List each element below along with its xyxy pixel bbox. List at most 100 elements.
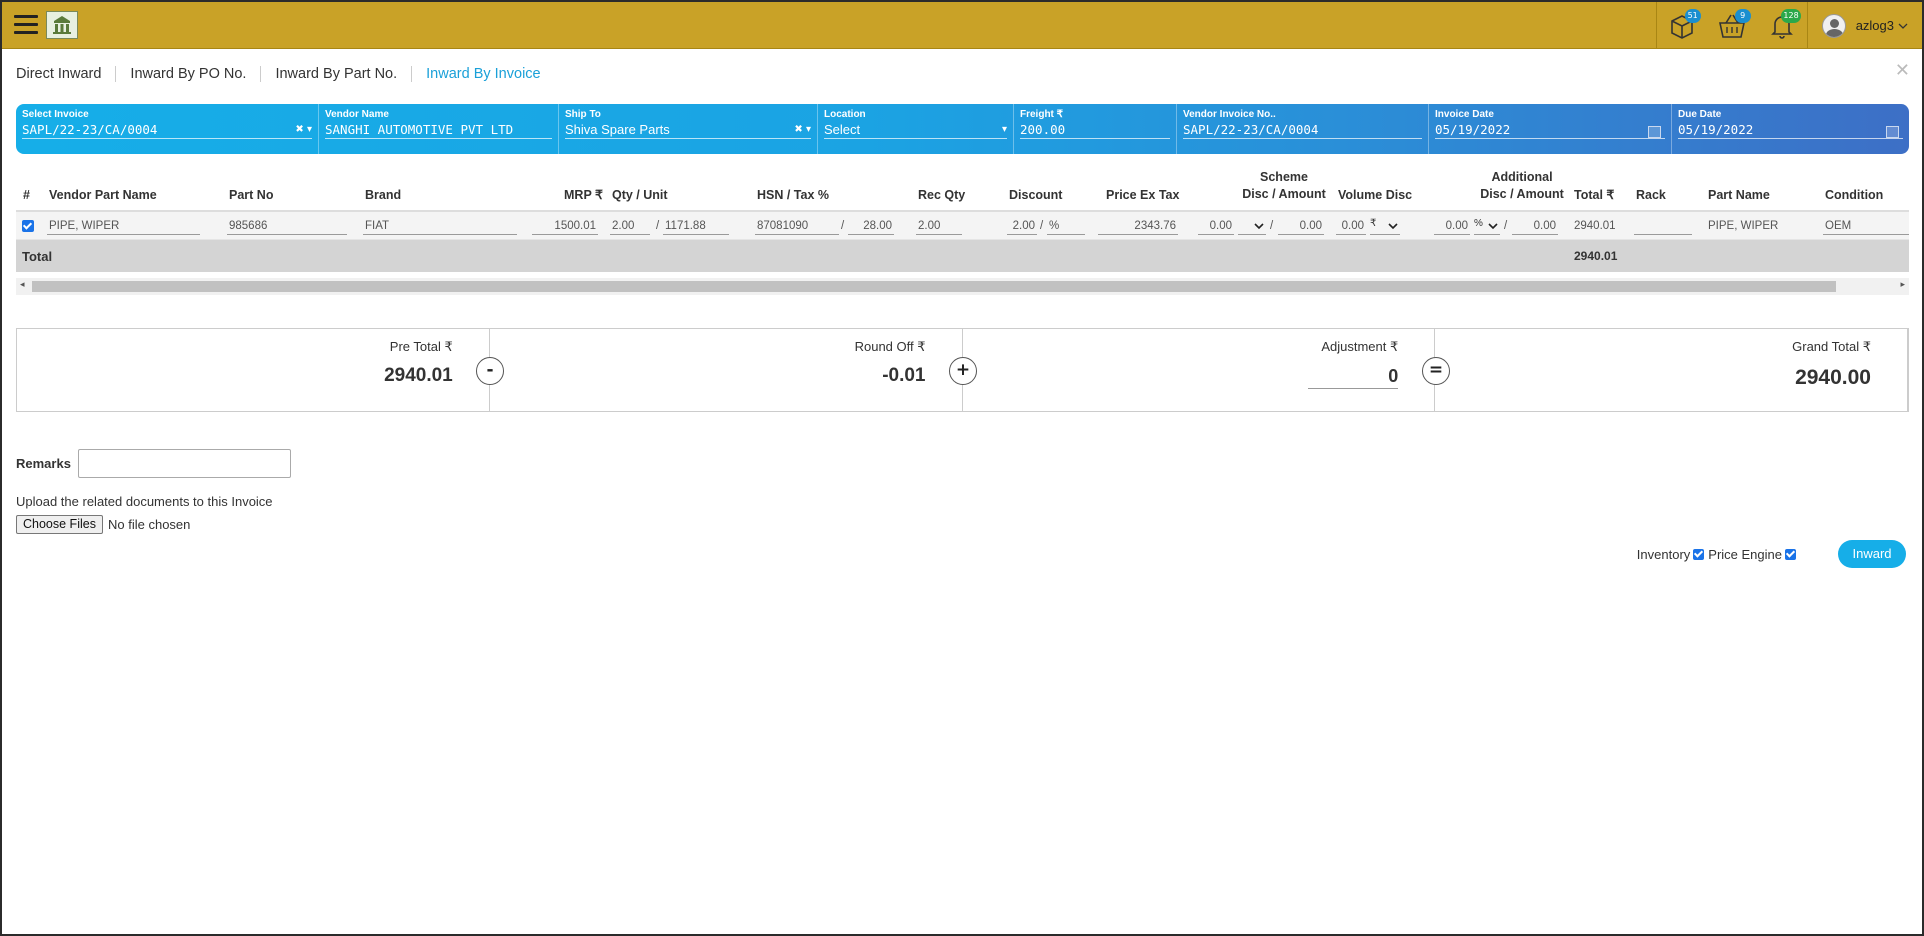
rack-input[interactable] bbox=[1634, 218, 1692, 235]
equals-operator-icon: = bbox=[1422, 357, 1450, 385]
ship-to-label: Ship To bbox=[565, 109, 601, 120]
menu-icon[interactable] bbox=[14, 15, 38, 35]
round-off-label: Round Off ₹ bbox=[854, 339, 926, 354]
location-select[interactable]: Select bbox=[824, 121, 1007, 139]
grand-total-box: Grand Total ₹ 2940.00 bbox=[1435, 329, 1908, 411]
scheme-amount-input[interactable]: 0.00 bbox=[1278, 218, 1324, 235]
unit-input[interactable]: 1171.88 bbox=[663, 218, 729, 235]
due-date-field[interactable]: Due Date 05/19/2022 bbox=[1672, 104, 1909, 154]
vendor-name-value[interactable]: SANGHI AUTOMOTIVE PVT LTD bbox=[325, 121, 552, 139]
vendor-invoice-no-input[interactable]: SAPL/22-23/CA/0004 bbox=[1183, 121, 1422, 139]
vendor-invoice-no-field[interactable]: Vendor Invoice No.. SAPL/22-23/CA/0004 bbox=[1177, 104, 1429, 154]
upload-instructions: Upload the related documents to this Inv… bbox=[16, 494, 273, 509]
additional-amount-input[interactable]: 0.00 bbox=[1512, 218, 1558, 235]
volume-disc-select[interactable]: ₹ bbox=[1370, 218, 1400, 235]
invoice-date-input[interactable]: 05/19/2022 bbox=[1435, 121, 1665, 139]
ship-to-value[interactable]: Shiva Spare Parts bbox=[565, 121, 811, 139]
mrp-input[interactable]: 1500.01 bbox=[532, 218, 598, 235]
bell-icon[interactable]: 128 bbox=[1757, 2, 1807, 49]
due-date-input[interactable]: 05/19/2022 bbox=[1678, 121, 1903, 139]
part-no-input[interactable]: 985686 bbox=[227, 218, 347, 235]
scroll-left-icon[interactable]: ◂ bbox=[20, 280, 25, 290]
inventory-label: Inventory bbox=[1636, 547, 1691, 562]
inventory-checkbox[interactable] bbox=[1693, 549, 1705, 560]
discount-unit[interactable]: % bbox=[1047, 218, 1085, 235]
vendor-invoice-no-label: Vendor Invoice No.. bbox=[1183, 109, 1276, 120]
scheme-disc-input[interactable]: 0.00 bbox=[1198, 218, 1234, 235]
chevron-down-icon[interactable]: ▾ bbox=[1002, 124, 1007, 135]
avatar bbox=[1821, 13, 1846, 38]
discount-input[interactable]: 2.00 bbox=[1007, 218, 1037, 235]
col-condition: Condition bbox=[1825, 188, 1884, 202]
additional-unit-value: % bbox=[1474, 218, 1483, 229]
totals-summary: Pre Total ₹ 2940.01 Round Off ₹ -0.01 Ad… bbox=[16, 328, 1909, 412]
adjustment-box: Adjustment ₹ bbox=[963, 329, 1436, 411]
col-additional-sublabel: Disc / Amount bbox=[1480, 187, 1564, 201]
qty-unit-separator: / bbox=[656, 220, 660, 232]
close-icon[interactable]: ✕ bbox=[1895, 60, 1910, 81]
clear-chevron-icon[interactable]: ✖ ▾ bbox=[295, 124, 312, 135]
tab-direct-inward[interactable]: Direct Inward bbox=[16, 66, 115, 82]
qty-input[interactable]: 2.00 bbox=[610, 218, 650, 235]
col-rack: Rack bbox=[1636, 188, 1666, 202]
tab-inward-by-part[interactable]: Inward By Part No. bbox=[260, 66, 411, 82]
adjustment-input[interactable] bbox=[1308, 365, 1399, 389]
minus-operator-icon: - bbox=[476, 357, 504, 385]
freight-input[interactable]: 200.00 bbox=[1020, 121, 1170, 139]
chevron-down-icon bbox=[1488, 223, 1498, 230]
col-rec-qty: Rec Qty bbox=[918, 188, 966, 202]
col-num: # bbox=[23, 188, 30, 202]
row-checkbox[interactable] bbox=[22, 220, 34, 232]
tab-inward-by-po[interactable]: Inward By PO No. bbox=[115, 66, 260, 82]
invoice-date-field[interactable]: Invoice Date 05/19/2022 bbox=[1429, 104, 1672, 154]
invoice-filter-strip: Select Invoice SAPL/22-23/CA/0004 ✖ ▾ Ve… bbox=[16, 104, 1909, 154]
chevron-down-icon bbox=[1898, 23, 1908, 29]
scrollbar-thumb[interactable] bbox=[32, 281, 1836, 292]
adjustment-label: Adjustment ₹ bbox=[1321, 339, 1399, 354]
vendor-part-name-input[interactable]: PIPE, WIPER bbox=[47, 218, 200, 235]
scheme-separator: / bbox=[1270, 220, 1274, 232]
inward-button[interactable]: Inward bbox=[1838, 540, 1906, 568]
clear-chevron-icon[interactable]: ✖ ▾ bbox=[794, 124, 811, 135]
col-scheme-disc-amount: Scheme Disc / Amount bbox=[1236, 169, 1332, 203]
price-ex-tax-input[interactable]: 2343.76 bbox=[1098, 218, 1178, 235]
discount-separator: / bbox=[1040, 220, 1044, 232]
tax-input[interactable]: 28.00 bbox=[848, 218, 894, 235]
scheme-disc-select[interactable] bbox=[1238, 218, 1266, 235]
remarks-input[interactable] bbox=[78, 449, 291, 478]
cart-icon[interactable]: 9 bbox=[1707, 2, 1757, 49]
freight-field[interactable]: Freight ₹ 200.00 bbox=[1014, 104, 1177, 154]
select-invoice-field[interactable]: Select Invoice SAPL/22-23/CA/0004 ✖ ▾ bbox=[16, 104, 319, 154]
scroll-right-icon[interactable]: ▸ bbox=[1900, 280, 1905, 290]
hsn-input[interactable]: 87081090 bbox=[755, 218, 839, 235]
col-additional-disc-amount: Additional Disc / Amount bbox=[1474, 169, 1570, 203]
select-invoice-value[interactable]: SAPL/22-23/CA/0004 bbox=[22, 121, 312, 139]
ship-to-field[interactable]: Ship To Shiva Spare Parts ✖ ▾ bbox=[559, 104, 818, 154]
company-logo[interactable] bbox=[46, 11, 78, 39]
condition-select[interactable]: OEM bbox=[1823, 218, 1909, 235]
vendor-name-field[interactable]: Vendor Name SANGHI AUTOMOTIVE PVT LTD bbox=[319, 104, 559, 154]
volume-disc-input[interactable]: 0.00 bbox=[1336, 218, 1366, 235]
additional-disc-select[interactable]: % bbox=[1474, 218, 1500, 235]
brand-input[interactable]: FIAT bbox=[363, 218, 517, 235]
col-part-name: Part Name bbox=[1708, 188, 1770, 202]
tab-inward-by-invoice[interactable]: Inward By Invoice bbox=[411, 66, 554, 82]
choose-files-button[interactable]: Choose Files bbox=[16, 515, 103, 534]
plus-operator-icon: + bbox=[949, 357, 977, 385]
pre-total-value: 2940.01 bbox=[384, 365, 453, 386]
table-row: PIPE, WIPER 985686 FIAT 1500.01 2.00 / 1… bbox=[16, 212, 1909, 240]
location-field[interactable]: Location Select ▾ bbox=[818, 104, 1014, 154]
invoice-date-label: Invoice Date bbox=[1435, 109, 1494, 120]
grand-total-value: 2940.00 bbox=[1795, 366, 1871, 389]
col-volume-disc: Volume Disc bbox=[1338, 188, 1413, 202]
additional-disc-input[interactable]: 0.00 bbox=[1434, 218, 1470, 235]
total-value: 2940.01 bbox=[1574, 249, 1618, 263]
package-icon[interactable]: 51 bbox=[1657, 2, 1707, 49]
user-menu[interactable]: azlog3 bbox=[1808, 2, 1922, 49]
rec-qty-input[interactable]: 2.00 bbox=[916, 218, 962, 235]
calendar-icon[interactable] bbox=[1886, 126, 1899, 138]
calendar-icon[interactable] bbox=[1648, 126, 1661, 138]
horizontal-scrollbar[interactable]: ◂ ▸ bbox=[16, 278, 1909, 295]
price-engine-checkbox[interactable] bbox=[1785, 549, 1796, 560]
part-name-value: PIPE, WIPER bbox=[1708, 220, 1779, 232]
